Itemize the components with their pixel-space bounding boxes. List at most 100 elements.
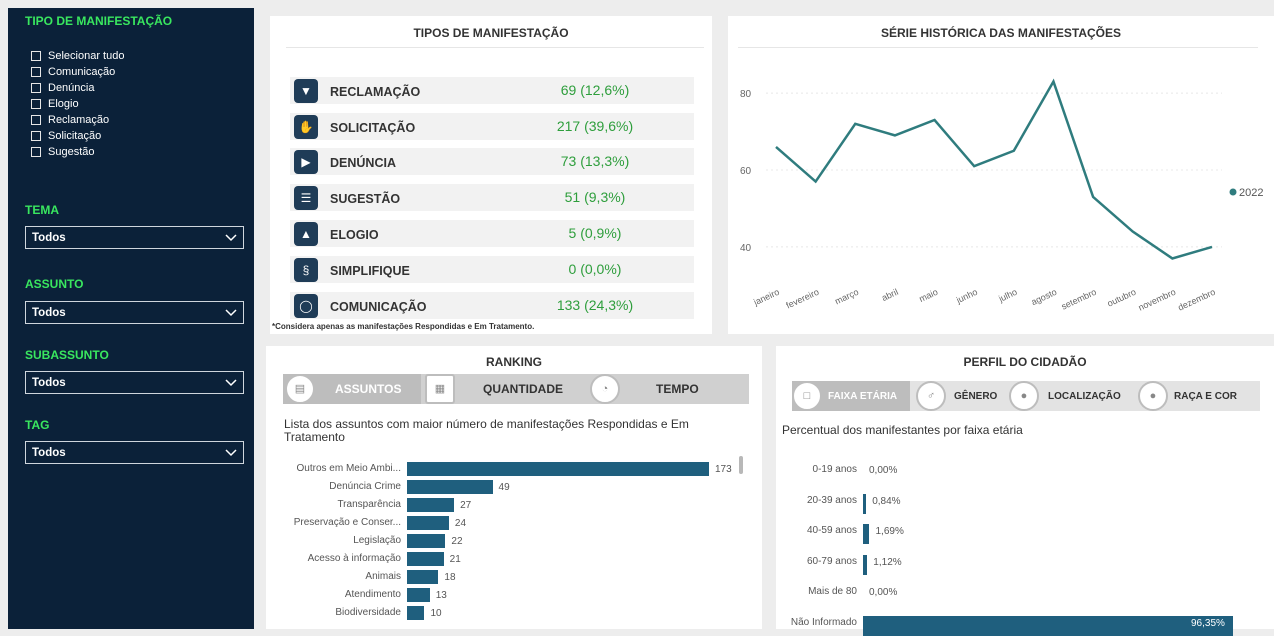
- tipo-value: 69 (12,6%): [560, 82, 630, 98]
- checkbox-box[interactable]: [31, 99, 41, 109]
- assunto-dropdown-value: Todos: [32, 307, 66, 319]
- checkbox-elogio[interactable]: Elogio: [31, 96, 124, 112]
- x-tick-label: março: [833, 287, 860, 307]
- checkbox-box[interactable]: [31, 147, 41, 157]
- tipo-label: ELOGIO: [330, 228, 379, 242]
- data-point[interactable]: [1091, 195, 1095, 199]
- bar-category-label: Preservação e Conser...: [293, 517, 401, 528]
- data-point[interactable]: [814, 180, 818, 184]
- checkbox-denuncia[interactable]: Denúncia: [31, 80, 124, 96]
- data-point[interactable]: [774, 145, 778, 149]
- data-point[interactable]: [853, 122, 857, 126]
- bar[interactable]: [407, 480, 493, 494]
- bar[interactable]: [407, 570, 439, 584]
- scrollbar-thumb[interactable]: [739, 456, 743, 474]
- tipo-label: SUGESTÃO: [330, 192, 401, 206]
- data-point[interactable]: [933, 118, 937, 122]
- bar-value-label: 173: [715, 464, 732, 475]
- assunto-dropdown[interactable]: Todos: [25, 301, 244, 324]
- bar[interactable]: [407, 516, 449, 530]
- tipo-row-elogio[interactable]: ▲ ELOGIO 5 (0,9%): [290, 220, 694, 247]
- bar[interactable]: [863, 524, 870, 544]
- checkbox-comunicacao[interactable]: Comunicação: [31, 64, 124, 80]
- thumbs-up-icon: ▲: [294, 222, 318, 246]
- checkbox-select-all[interactable]: Selecionar tudo: [31, 48, 124, 64]
- ranking-subtitle: Lista dos assuntos com maior número de m…: [284, 417, 689, 444]
- bar-category-label: Denúncia Crime: [329, 481, 401, 492]
- tipo-value: 217 (39,6%): [556, 118, 634, 134]
- tipo-row-solicitacao[interactable]: ✋ SOLICITAÇÃO 217 (39,6%): [290, 113, 694, 140]
- tab-tempo[interactable]: TEMPO: [656, 382, 699, 396]
- checkbox-sugestao[interactable]: Sugestão: [31, 144, 124, 160]
- tab-quantidade[interactable]: QUANTIDADE: [483, 382, 563, 396]
- tab-localizacao[interactable]: LOCALIZAÇÃO: [1048, 391, 1121, 402]
- tipo-row-denuncia[interactable]: ▶ DENÚNCIA 73 (13,3%): [290, 148, 694, 175]
- chevron-down-icon: [225, 309, 237, 317]
- tipo-value: 133 (24,3%): [556, 297, 634, 313]
- bar-value-label: 1,69%: [875, 526, 904, 537]
- data-point[interactable]: [1012, 149, 1016, 153]
- simplifique-icon: §: [294, 258, 318, 282]
- bar-value-label: 13: [435, 590, 447, 601]
- bar[interactable]: [407, 534, 446, 548]
- tipo-row-reclamacao[interactable]: ▼ RECLAMAÇÃO 69 (12,6%): [290, 77, 694, 104]
- checkbox-label: Solicitação: [48, 130, 102, 142]
- bar[interactable]: [407, 462, 709, 476]
- checkbox-label: Elogio: [48, 98, 79, 110]
- perfil-title: PERFIL DO CIDADÃO: [963, 355, 1087, 369]
- x-tick-label: janeiro: [751, 287, 781, 308]
- data-point[interactable]: [1170, 256, 1174, 260]
- bar-value-label: 0,84%: [872, 495, 901, 507]
- bar[interactable]: [407, 498, 455, 512]
- checkbox-box[interactable]: [31, 83, 41, 93]
- tab-assuntos[interactable]: ASSUNTOS: [335, 382, 401, 396]
- filter-title-tipo: TIPO DE MANIFESTAÇÃO: [25, 14, 173, 28]
- checkbox-box[interactable]: [31, 131, 41, 141]
- bar-category-label: 60-79 anos: [806, 555, 857, 567]
- filter-title-assunto: ASSUNTO: [25, 277, 84, 291]
- data-point[interactable]: [1210, 245, 1214, 249]
- checkbox-box[interactable]: [31, 67, 41, 77]
- chevron-down-icon: [225, 379, 237, 387]
- document-icon: ▤: [285, 374, 315, 404]
- bar[interactable]: [407, 588, 430, 602]
- megaphone-icon: ▶: [294, 150, 318, 174]
- bar[interactable]: [863, 493, 867, 514]
- data-point[interactable]: [1131, 230, 1135, 234]
- bar-category-label: 0-19 anos: [812, 464, 857, 475]
- x-tick-label: junho: [954, 287, 979, 306]
- tipo-row-sugestao[interactable]: ☰ SUGESTÃO 51 (9,3%): [290, 184, 694, 211]
- checkbox-label: Selecionar tudo: [48, 50, 125, 62]
- checkbox-solicitacao[interactable]: Solicitação: [31, 128, 124, 144]
- tag-dropdown[interactable]: Todos: [25, 441, 244, 464]
- bar-value-label: 27: [460, 500, 472, 511]
- tema-dropdown[interactable]: Todos: [25, 226, 244, 249]
- subassunto-dropdown-value: Todos: [32, 377, 66, 389]
- tag-dropdown-value: Todos: [32, 447, 66, 459]
- tipo-row-comunicacao[interactable]: ◯ COMUNICAÇÃO 133 (24,3%): [290, 292, 694, 319]
- checkbox-box[interactable]: [31, 115, 41, 125]
- calendar-icon: □: [792, 381, 822, 411]
- bar[interactable]: [407, 606, 425, 620]
- tab-faixa-etaria[interactable]: FAIXA ETÁRIA: [828, 391, 897, 402]
- ranking-title: RANKING: [486, 355, 542, 369]
- subassunto-dropdown[interactable]: Todos: [25, 371, 244, 394]
- tipo-row-simplifique[interactable]: § SIMPLIFIQUE 0 (0,0%): [290, 256, 694, 283]
- people-icon: ●: [1138, 381, 1168, 411]
- data-point[interactable]: [972, 164, 976, 168]
- checkbox-reclamacao[interactable]: Reclamação: [31, 112, 124, 128]
- data-point[interactable]: [893, 133, 897, 137]
- tab-raca-cor[interactable]: RAÇA E COR: [1174, 391, 1237, 402]
- bar[interactable]: [407, 552, 444, 566]
- tab-genero[interactable]: GÊNERO: [954, 391, 997, 402]
- bar-value-label: 18: [444, 572, 456, 583]
- ranking-bar-chart: Outros em Meio Ambi... 173 Denúncia Crime 4…: [266, 454, 762, 624]
- checkbox-box[interactable]: [31, 51, 41, 61]
- data-point[interactable]: [1051, 80, 1055, 84]
- x-tick-label: dezembro: [1176, 287, 1217, 313]
- bar-value-label: 21: [449, 554, 461, 565]
- y-tick-label: 60: [740, 166, 752, 177]
- bar[interactable]: [863, 554, 868, 575]
- bar[interactable]: [863, 615, 1233, 636]
- bar-value-label: 0,00%: [869, 587, 898, 598]
